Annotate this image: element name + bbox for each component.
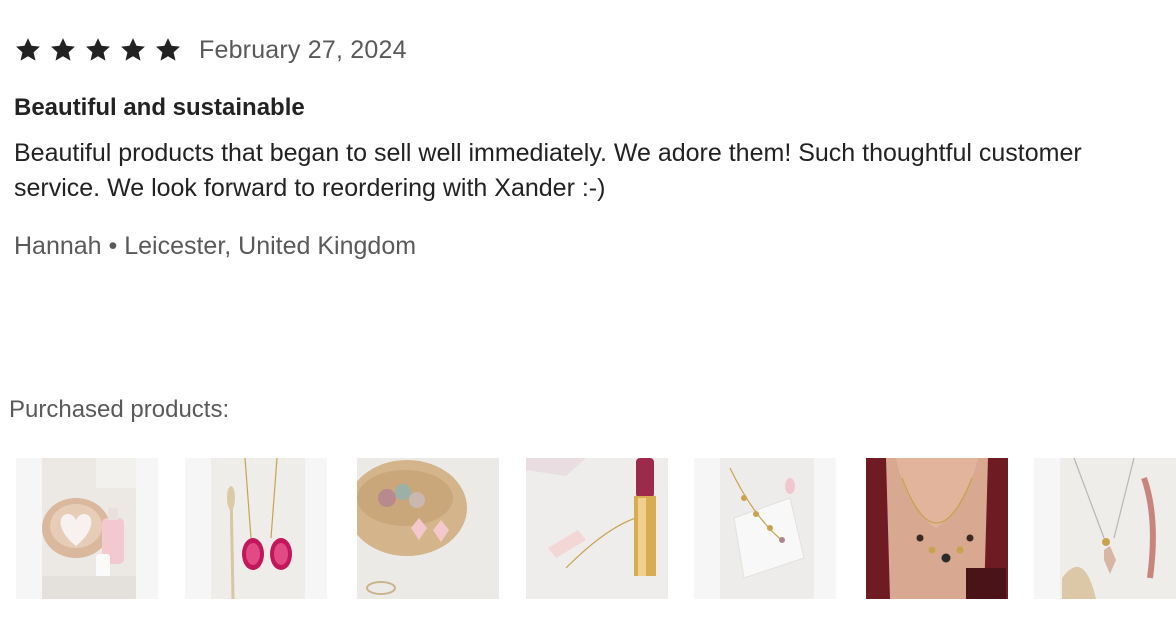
rose-quartz-point-necklace-product-image bbox=[526, 458, 668, 599]
reviewer-info: Hannah • Leicester, United Kingdom bbox=[14, 232, 417, 260]
review-card: February 27, 2024 Beautiful and sustaina… bbox=[14, 30, 1176, 261]
review-date: February 27, 2024 bbox=[199, 35, 407, 64]
review-body: Beautiful products that began to sell we… bbox=[14, 136, 1176, 206]
product-thumbnail[interactable] bbox=[357, 458, 499, 599]
review-body-line: service. We look forward to reordering w… bbox=[14, 174, 606, 202]
review-body-line: Beautiful products that began to sell we… bbox=[14, 139, 1082, 167]
pink-agate-pendant-product-image bbox=[185, 458, 327, 599]
product-thumbnail[interactable] bbox=[16, 458, 158, 599]
product-thumbnail[interactable] bbox=[185, 458, 327, 599]
review-title: Beautiful and sustainable bbox=[14, 94, 305, 121]
star-icon bbox=[14, 36, 42, 64]
star-icon bbox=[119, 36, 147, 64]
gold-charm-necklace-product-image bbox=[694, 458, 836, 599]
product-thumbnail[interactable] bbox=[1034, 458, 1176, 599]
crystal-pendant-necklace-product-image bbox=[1034, 458, 1176, 599]
heart-soap-dish-product-image bbox=[16, 458, 158, 599]
product-thumbnail[interactable] bbox=[866, 458, 1008, 599]
product-thumbnail[interactable] bbox=[694, 458, 836, 599]
star-icon bbox=[84, 36, 112, 64]
rating-row: February 27, 2024 bbox=[14, 30, 1176, 70]
purchased-products-list bbox=[16, 458, 1176, 599]
star-icon bbox=[154, 36, 182, 64]
crystal-earrings-bowl-product-image bbox=[357, 458, 499, 599]
star-icon bbox=[49, 36, 77, 64]
purchased-products-label: Purchased products: bbox=[9, 396, 230, 423]
moon-charm-necklace-product-image bbox=[866, 458, 1008, 599]
product-thumbnail[interactable] bbox=[526, 458, 668, 599]
star-rating bbox=[14, 36, 189, 64]
